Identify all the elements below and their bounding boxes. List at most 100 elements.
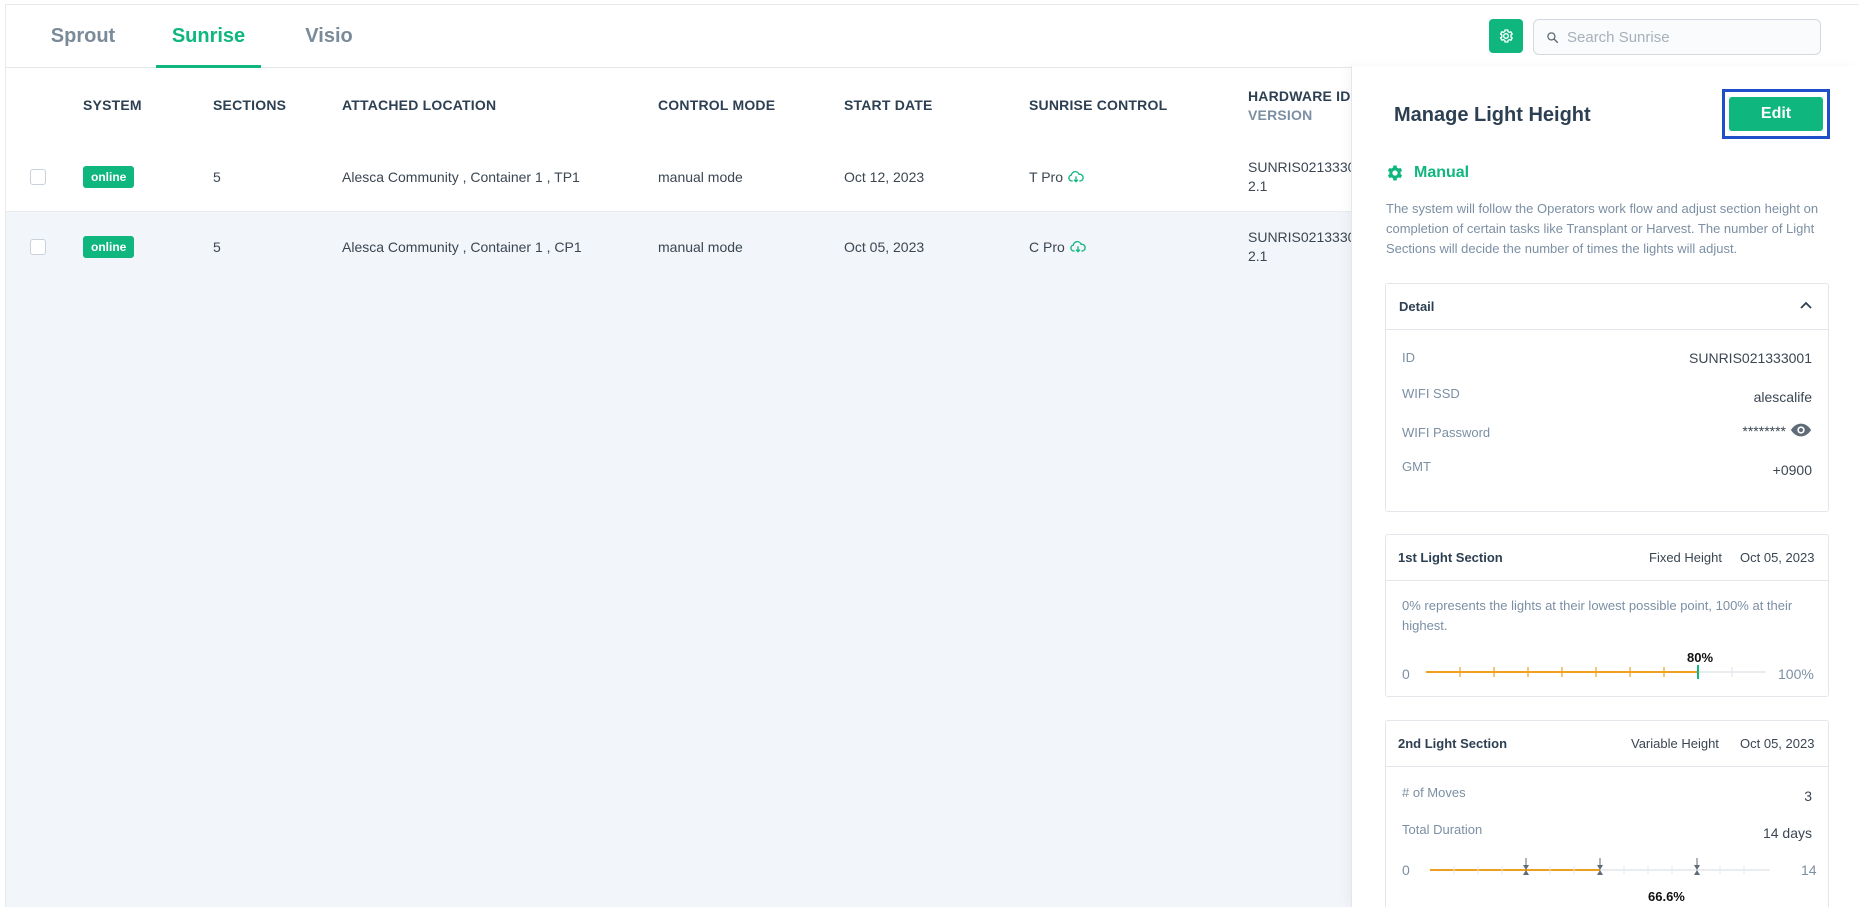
timeline-value-label: 66.6% [1648,889,1685,904]
moves-value: 3 [1804,788,1812,804]
start-date-cell: Oct 05, 2023 [844,239,925,255]
systems-table: SYSTEM SECTIONS ATTACHED LOCATION CONTRO… [6,68,1363,907]
light-section-2-title: 2nd Light Section [1398,736,1508,751]
wifi-ssid-value: alescalife [1753,389,1812,405]
manage-light-height-panel: Manage Light Height Edit Manual The syst… [1351,66,1859,907]
row-checkbox[interactable] [30,239,46,255]
timeline-max-label: 14 [1801,862,1817,878]
control-mode-cell: manual mode [658,169,743,185]
sunrise-control-cell: T Pro [1029,142,1084,212]
table-row[interactable]: online 5 Alesca Community , Container 1 … [6,212,1363,282]
timeline-min-label: 0 [1402,862,1410,878]
light-section-2-card: 2nd Light Section Variable Height Oct 05… [1385,720,1829,907]
edit-button[interactable]: Edit [1729,97,1823,131]
move-marker [1694,858,1700,875]
gear-icon [1386,164,1404,182]
status-badge: online [83,236,135,258]
col-system: SYSTEM [83,97,142,113]
table-row[interactable]: online 5 Alesca Community , Container 1 … [6,142,1363,212]
version-value: 2.1 [1248,248,1268,264]
tab-sunrise[interactable]: Sunrise [156,5,261,68]
gear-icon [1498,28,1514,44]
light-section-1-card: 1st Light Section Fixed Height Oct 05, 2… [1385,534,1829,697]
top-bar: Sprout Sunrise Visio [6,5,1859,68]
hardware-id-value: SUNRIS02133300 [1248,229,1364,245]
gmt-row: GMT +0900 [1402,459,1812,478]
version-header: VERSION [1248,106,1313,123]
row-checkbox[interactable] [30,169,46,185]
control-mode-cell: manual mode [658,239,743,255]
detail-card-header[interactable]: Detail [1386,284,1828,330]
sections-cell: 5 [213,239,221,255]
slider-min-label: 0 [1402,666,1410,682]
move-marker [1597,858,1603,875]
duration-value: 14 days [1762,825,1812,841]
sunrise-control-label: T Pro [1029,169,1063,185]
status-cell: online [83,212,135,282]
slider-max-label: 100% [1778,666,1814,682]
col-location: ATTACHED LOCATION [342,97,497,113]
id-label: ID [1402,350,1415,365]
gmt-label: GMT [1402,459,1431,474]
col-sections: SECTIONS [213,97,287,113]
sunrise-control-cell: C Pro [1029,212,1086,282]
light-section-1-type: Fixed Height [1649,550,1722,565]
location-cell: Alesca Community , Container 1 , CP1 [342,239,582,255]
search-icon [1546,31,1559,44]
sunrise-control-label: C Pro [1029,239,1065,255]
wifi-ssid-row: WIFI SSD alescalife [1402,386,1812,405]
light-section-2-header: 2nd Light Section Variable Height Oct 05… [1386,721,1828,767]
col-control-mode: CONTROL MODE [658,97,776,113]
duration-label: Total Duration [1402,822,1483,837]
col-sunrise-control: SUNRISE CONTROL [1029,97,1168,113]
eye-icon[interactable] [1790,422,1812,438]
cloud-download-icon[interactable] [1070,241,1086,253]
tab-visio[interactable]: Visio [298,5,360,68]
panel-title: Manage Light Height [1394,104,1591,126]
cloud-download-icon[interactable] [1068,171,1084,183]
wifi-password-label: WIFI Password [1402,425,1491,440]
duration-row: Total Duration 14 days [1402,822,1812,841]
light-section-2-date: Oct 05, 2023 [1740,736,1815,751]
hardware-cell: SUNRIS02133300 2.1 [1248,142,1363,212]
search-input[interactable] [1567,28,1807,46]
wifi-password-value: ******** [1742,423,1786,439]
location-cell: Alesca Community , Container 1 , TP1 [342,169,580,185]
slider-value-label: 80% [1687,650,1714,665]
col-hardware-id: HARDWARE ID VERSION [1248,68,1351,142]
sections-cell: 5 [213,169,221,185]
mode-description: The system will follow the Operators wor… [1386,201,1819,256]
light-section-1-title: 1st Light Section [1398,550,1503,565]
start-date-cell: Oct 12, 2023 [844,169,925,185]
light-section-1-header: 1st Light Section Fixed Height Oct 05, 2… [1386,535,1828,581]
id-row: ID SUNRIS021333001 [1402,350,1812,366]
wifi-ssid-label: WIFI SSD [1402,386,1460,401]
hardware-cell: SUNRIS02133300 2.1 [1248,212,1363,282]
hardware-id-value: SUNRIS02133300 [1248,159,1364,175]
detail-title: Detail [1399,299,1435,314]
table-header: SYSTEM SECTIONS ATTACHED LOCATION CONTRO… [6,68,1360,142]
col-start-date: START DATE [844,97,933,113]
moves-timeline[interactable] [1430,855,1774,881]
edit-button-focus-frame: Edit [1722,89,1830,139]
light-section-1-note: 0% represents the lights at their lowest… [1402,598,1793,633]
id-value: SUNRIS021333001 [1689,350,1812,366]
light-section-1-date: Oct 05, 2023 [1740,550,1815,565]
moves-row: # of Moves 3 [1402,785,1812,804]
moves-label: # of Moves [1402,785,1466,800]
wifi-password-row: WIFI Password ******** [1402,422,1812,440]
search-box [1533,19,1821,55]
mode-label: Manual [1414,164,1470,181]
version-value: 2.1 [1248,178,1268,194]
light-section-2-type: Variable Height [1631,736,1719,751]
status-badge: online [83,166,135,188]
status-cell: online [83,142,135,212]
hardware-id-header: HARDWARE ID [1248,87,1351,104]
detail-card: Detail ID SUNRIS021333001 WIFI SSD alesc… [1385,283,1829,512]
mode-indicator: Manual [1386,164,1469,182]
gmt-value: +0900 [1772,462,1812,478]
settings-button[interactable] [1489,19,1523,53]
height-slider[interactable] [1426,664,1766,680]
chevron-up-icon[interactable] [1800,301,1812,309]
tab-sprout[interactable]: Sprout [48,5,118,68]
